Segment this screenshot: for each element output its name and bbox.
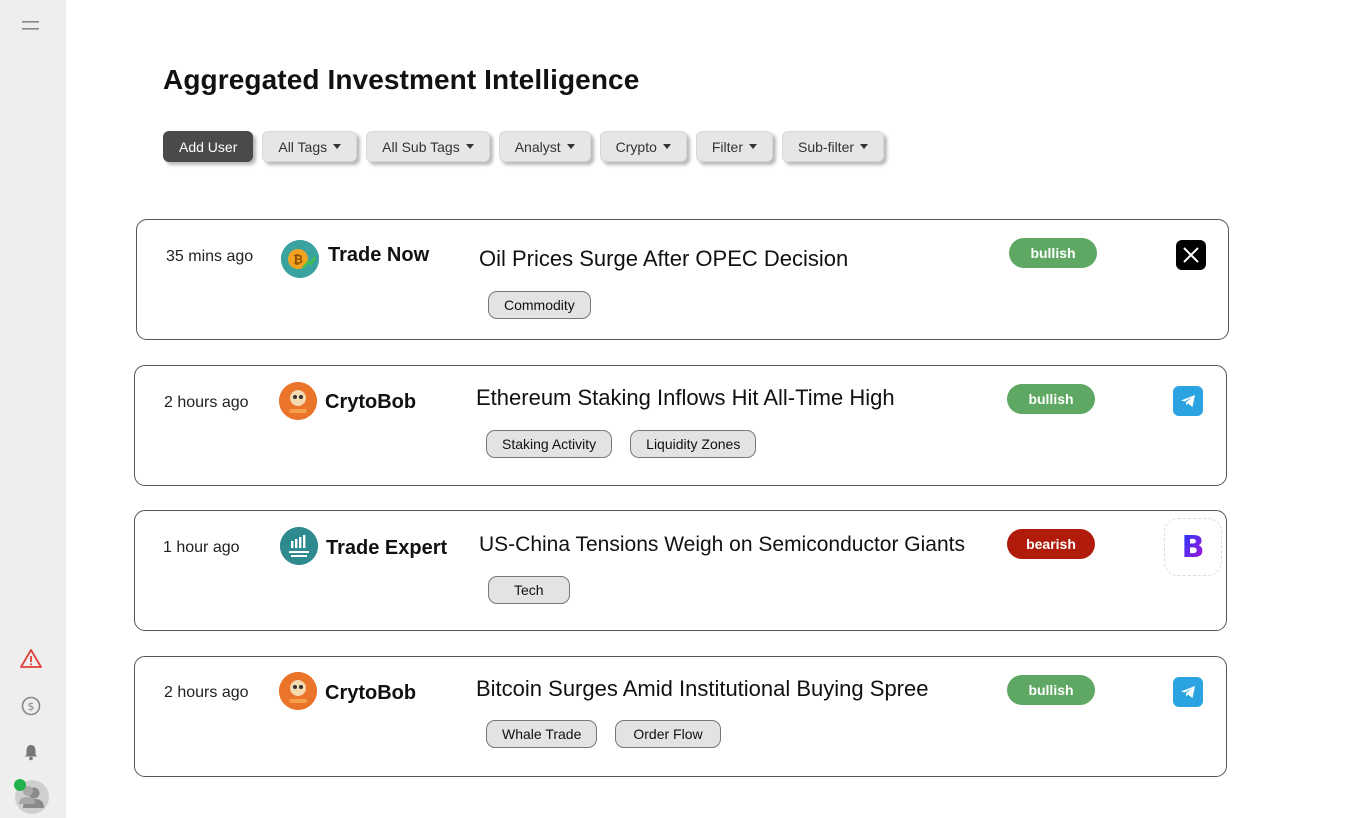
caret-down-icon xyxy=(333,144,342,149)
sentiment-badge: bearish xyxy=(1007,529,1095,559)
author-name[interactable]: CrytoBob xyxy=(325,391,416,414)
post-card[interactable]: 2 hours ago CrytoBob Bitcoin Surges Amid… xyxy=(134,656,1227,777)
all-sub-tags-dropdown[interactable]: All Sub Tags xyxy=(366,131,490,162)
svg-text:₿: ₿ xyxy=(293,253,303,267)
caret-down-icon xyxy=(662,144,671,149)
tag-list: Tech xyxy=(488,576,570,604)
post-headline[interactable]: US-China Tensions Weigh on Semiconductor… xyxy=(479,533,965,557)
caret-down-icon xyxy=(749,144,757,149)
dollar-circle-icon[interactable]: $ xyxy=(0,695,62,717)
tag-chip[interactable]: Liquidity Zones xyxy=(630,430,757,458)
menu-icon[interactable] xyxy=(0,18,62,34)
online-status-dot xyxy=(14,779,26,791)
caret-down-icon xyxy=(465,144,474,149)
sentiment-badge: bullish xyxy=(1007,675,1095,705)
caret-down-icon xyxy=(566,144,575,149)
post-card[interactable]: 1 hour ago Trade Expert US-China Tension… xyxy=(134,510,1227,631)
post-card[interactable]: 35 mins ago ₿ Trade Now Oil Prices Surge… xyxy=(136,219,1229,340)
tag-chip[interactable]: Order Flow xyxy=(615,720,721,748)
user-avatar[interactable] xyxy=(0,776,62,816)
post-card[interactable]: 2 hours ago CrytoBob Ethereum Staking In… xyxy=(134,365,1227,486)
caret-down-icon xyxy=(860,144,869,149)
alert-icon[interactable] xyxy=(0,648,62,670)
add-user-button[interactable]: Add User xyxy=(163,131,254,162)
sidebar: $ xyxy=(0,0,66,818)
analyst-dropdown[interactable]: Analyst xyxy=(498,131,591,162)
cryptobob-avatar-icon xyxy=(279,382,317,420)
sentiment-badge: bullish xyxy=(1009,238,1097,268)
sub-filter-dropdown[interactable]: Sub-filter xyxy=(782,131,885,162)
filter-dropdown[interactable]: Filter xyxy=(695,131,773,162)
post-time: 2 hours ago xyxy=(164,394,249,411)
tag-chip[interactable]: Commodity xyxy=(488,291,591,319)
author-name[interactable]: Trade Now xyxy=(328,244,429,267)
post-headline[interactable]: Ethereum Staking Inflows Hit All-Time Hi… xyxy=(476,385,895,411)
post-time: 35 mins ago xyxy=(166,248,254,265)
toolbar: Add User All Tags All Sub Tags Analyst C… xyxy=(163,131,885,162)
page-title: Aggregated Investment Intelligence xyxy=(163,64,640,95)
b-brand-icon[interactable]: B xyxy=(1164,518,1222,576)
tag-chip[interactable]: Whale Trade xyxy=(486,720,598,748)
svg-text:$: $ xyxy=(28,700,35,713)
author-name[interactable]: CrytoBob xyxy=(325,682,416,705)
post-time: 1 hour ago xyxy=(163,539,240,556)
x-icon[interactable] xyxy=(1176,240,1206,270)
tag-chip[interactable]: Staking Activity xyxy=(486,430,613,458)
post-headline[interactable]: Oil Prices Surge After OPEC Decision xyxy=(479,246,848,272)
trade-expert-avatar-icon xyxy=(280,527,318,565)
tag-list: Staking Activity Liquidity Zones xyxy=(486,430,757,458)
crypto-dropdown[interactable]: Crypto xyxy=(599,131,687,162)
main-content: Aggregated Investment Intelligence Add U… xyxy=(66,0,1357,818)
post-time: 2 hours ago xyxy=(164,684,249,701)
sentiment-badge: bullish xyxy=(1007,384,1095,414)
all-tags-dropdown[interactable]: All Tags xyxy=(262,131,358,162)
trade-now-avatar-icon: ₿ xyxy=(281,240,319,278)
telegram-icon[interactable] xyxy=(1173,677,1203,707)
tag-chip[interactable]: Tech xyxy=(488,576,570,604)
tag-list: Commodity xyxy=(488,291,591,319)
bell-icon[interactable] xyxy=(0,742,62,762)
author-name[interactable]: Trade Expert xyxy=(326,537,447,560)
svg-text:B: B xyxy=(1182,532,1205,562)
post-headline[interactable]: Bitcoin Surges Amid Institutional Buying… xyxy=(476,676,928,702)
tag-list: Whale Trade Order Flow xyxy=(486,720,721,748)
cryptobob-avatar-icon xyxy=(279,672,317,710)
telegram-icon[interactable] xyxy=(1173,386,1203,416)
